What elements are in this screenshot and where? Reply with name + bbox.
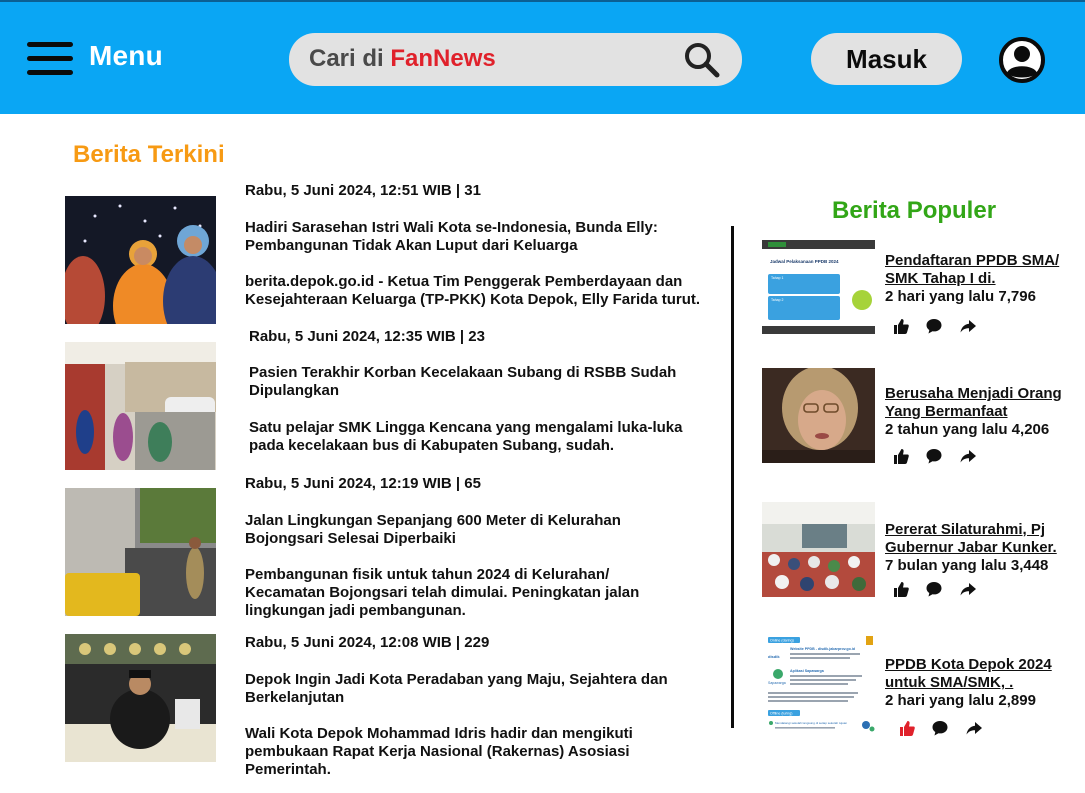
news-title[interactable]: Bojongsari Selesai Diperbaiki [245,530,456,548]
latest-news-heading: Berita Terkini [73,141,225,168]
menu-label[interactable]: Menu [89,40,163,72]
news-thumbnail-image[interactable] [65,342,216,470]
news-meta: Rabu, 5 Juni 2024, 12:19 WIB | 65 [245,475,481,492]
news-title[interactable]: Pembangunan Tidak Akan Luput dari Keluar… [245,237,578,255]
popular-thumbnail-image[interactable]: Online (daring) disdik Website PPDB - di… [762,634,875,734]
news-thumbnail-image[interactable] [65,196,216,324]
like-icon[interactable] [892,317,910,335]
comment-icon[interactable] [925,447,943,465]
popular-thumbnail-image[interactable] [762,502,875,597]
like-icon[interactable] [892,580,910,598]
comment-icon[interactable] [925,580,943,598]
news-title[interactable]: Pasien Terakhir Korban Kecelakaan Subang… [249,364,676,382]
news-excerpt: Pemerintah. [245,761,331,778]
top-navigation-bar: Menu Cari di FanNews Masuk [0,0,1085,114]
news-meta: Rabu, 5 Juni 2024, 12:51 WIB | 31 [245,182,481,199]
news-meta: Rabu, 5 Juni 2024, 12:35 WIB | 23 [249,328,485,345]
news-title[interactable]: Jalan Lingkungan Sepanjang 600 Meter di … [245,512,621,530]
news-title[interactable]: Dipulangkan [249,382,339,400]
news-excerpt: pembukaan Rapat Kerja Nasional (Rakernas… [245,743,630,760]
column-divider [731,226,734,728]
user-account-icon[interactable] [998,36,1046,84]
thumbnail-heading: Jadwal Pelaksanaan PPDB 2024 [770,259,839,264]
popular-thumbnail-image[interactable] [762,368,875,463]
popular-title[interactable]: Pererat Silaturahmi, Pj [885,521,1045,539]
popular-title[interactable]: Pendaftaran PPDB SMA/ [885,252,1059,270]
thumbnail-label: Mendatangi sekolah langsung di setiap se… [775,721,847,725]
popular-news-heading: Berita Populer [832,197,997,224]
share-icon[interactable] [959,317,977,335]
comment-icon[interactable] [925,317,943,335]
news-excerpt: Kesejahteraan Keluarga (TP-PKK) Kota Dep… [245,291,701,308]
news-excerpt: berita.depok.go.id - Ketua Tim Penggerak… [245,273,683,290]
news-excerpt: Kecamatan Bojongsari telah dimulai. Peni… [245,584,640,601]
thumbnail-badge: Online (daring) [770,639,794,643]
thumbnail-badge: Offline (luring) [770,712,793,716]
thumbnail-label: Tahap 2 [771,298,784,302]
popular-title[interactable]: PPDB Kota Depok 2024 [885,656,1052,674]
popular-meta: 7 bulan yang lalu 3,448 [885,557,1049,574]
comment-icon[interactable] [931,719,949,737]
search-icon[interactable] [683,41,721,79]
news-title[interactable]: Depok Ingin Jadi Kota Peradaban yang Maj… [245,671,668,689]
search-bar[interactable]: Cari di FanNews [289,33,742,86]
popular-title[interactable]: SMK Tahap I di. [885,270,996,288]
news-thumbnail-image[interactable] [65,488,216,616]
news-excerpt: Satu pelajar SMK Lingga Kencana yang men… [249,419,683,436]
news-excerpt: pada kecelakaan bus di Kabupaten Subang,… [249,437,615,454]
share-icon[interactable] [959,447,977,465]
share-icon[interactable] [965,719,983,737]
popular-title[interactable]: Gubernur Jabar Kunker. [885,539,1057,557]
news-title[interactable]: Hadiri Sarasehan Istri Wali Kota se-Indo… [245,219,658,237]
news-meta: Rabu, 5 Juni 2024, 12:08 WIB | 229 [245,634,490,651]
login-button[interactable]: Masuk [811,33,962,85]
thumbnail-logo: Sapawarga [768,681,786,685]
popular-meta: 2 tahun yang lalu 4,206 [885,421,1050,438]
popular-meta: 2 hari yang lalu 2,899 [885,692,1036,709]
news-excerpt: lingkungan jadi pembangunan. [245,602,466,619]
thumbnail-label: Aplikasi Sapawarga [790,669,825,673]
news-excerpt: Pembangunan fisik untuk tahun 2024 di Ke… [245,566,610,583]
popular-title[interactable]: Berusaha Menjadi Orang [885,385,1062,403]
share-icon[interactable] [959,580,977,598]
like-icon-active[interactable] [898,719,916,737]
popular-meta: 2 hari yang lalu 7,796 [885,288,1036,305]
news-title[interactable]: Berkelanjutan [245,689,344,707]
hamburger-menu-icon[interactable] [27,42,73,76]
popular-thumbnail-image[interactable]: Jadwal Pelaksanaan PPDB 2024 Tahap 1 Tah… [762,240,875,334]
news-excerpt: Wali Kota Depok Mohammad Idris hadir dan… [245,725,633,742]
thumbnail-label: Tahap 1 [771,276,784,280]
like-icon[interactable] [892,447,910,465]
news-thumbnail-image[interactable] [65,634,216,762]
popular-title[interactable]: untuk SMA/SMK, . [885,674,1013,692]
search-placeholder[interactable]: Cari di FanNews [309,45,496,73]
thumbnail-logo: disdik [768,654,780,659]
popular-title[interactable]: Yang Bermanfaat [885,403,1008,421]
thumbnail-label: Website PPDB - disdik.jabarprov.go.id [790,647,855,651]
